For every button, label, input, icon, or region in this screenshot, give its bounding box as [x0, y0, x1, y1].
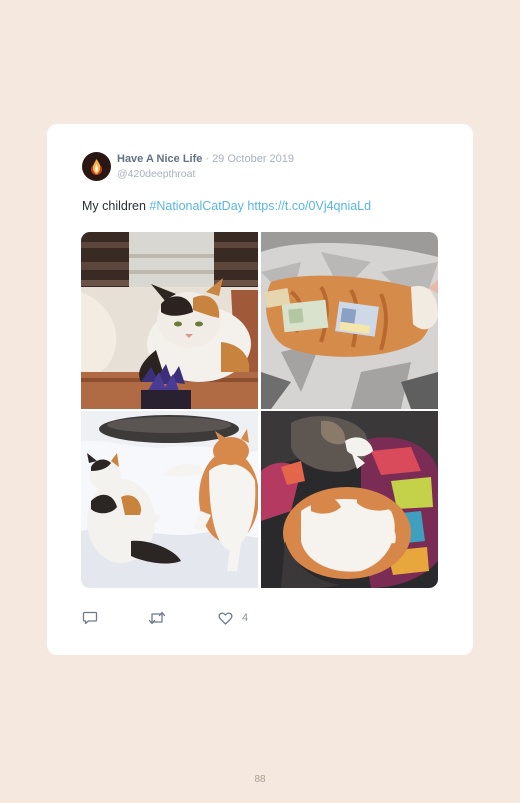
reply-button[interactable] — [82, 609, 98, 627]
heart-icon — [218, 612, 233, 625]
avatar[interactable] — [82, 152, 111, 181]
tweet-body-text: My children — [82, 199, 146, 213]
cats-on-blanket-photo[interactable] — [261, 411, 438, 588]
calico-cat-photo[interactable] — [81, 232, 258, 409]
like-button[interactable]: 4 — [218, 609, 248, 627]
cats-in-snow-photo[interactable] — [81, 411, 258, 588]
retweet-button[interactable] — [148, 609, 166, 627]
like-count: 4 — [242, 612, 249, 624]
tweet-actions: 4 — [82, 609, 282, 627]
display-name[interactable]: Have A Nice Life — [117, 153, 202, 165]
tweet-text: My children #NationalCatDay https://t.co… — [82, 199, 371, 213]
separator-dot: · — [205, 153, 210, 165]
tweet-card: Have A Nice Life · 29 October 2019 @420dee… — [47, 124, 473, 655]
reply-icon — [82, 611, 98, 625]
retweet-icon — [148, 611, 166, 625]
user-handle[interactable]: @420deepthroat — [117, 168, 195, 180]
page-number: 88 — [254, 774, 266, 785]
tweet-date[interactable]: 29 October 2019 — [212, 153, 294, 165]
photo-grid — [81, 232, 438, 588]
hashtag-link[interactable]: #NationalCatDay — [149, 199, 244, 213]
name-line: Have A Nice Life · 29 October 2019 — [117, 153, 294, 165]
orange-cat-with-money-photo[interactable] — [261, 232, 438, 409]
url-link[interactable]: https://t.co/0Vj4qniaLd — [247, 199, 371, 213]
